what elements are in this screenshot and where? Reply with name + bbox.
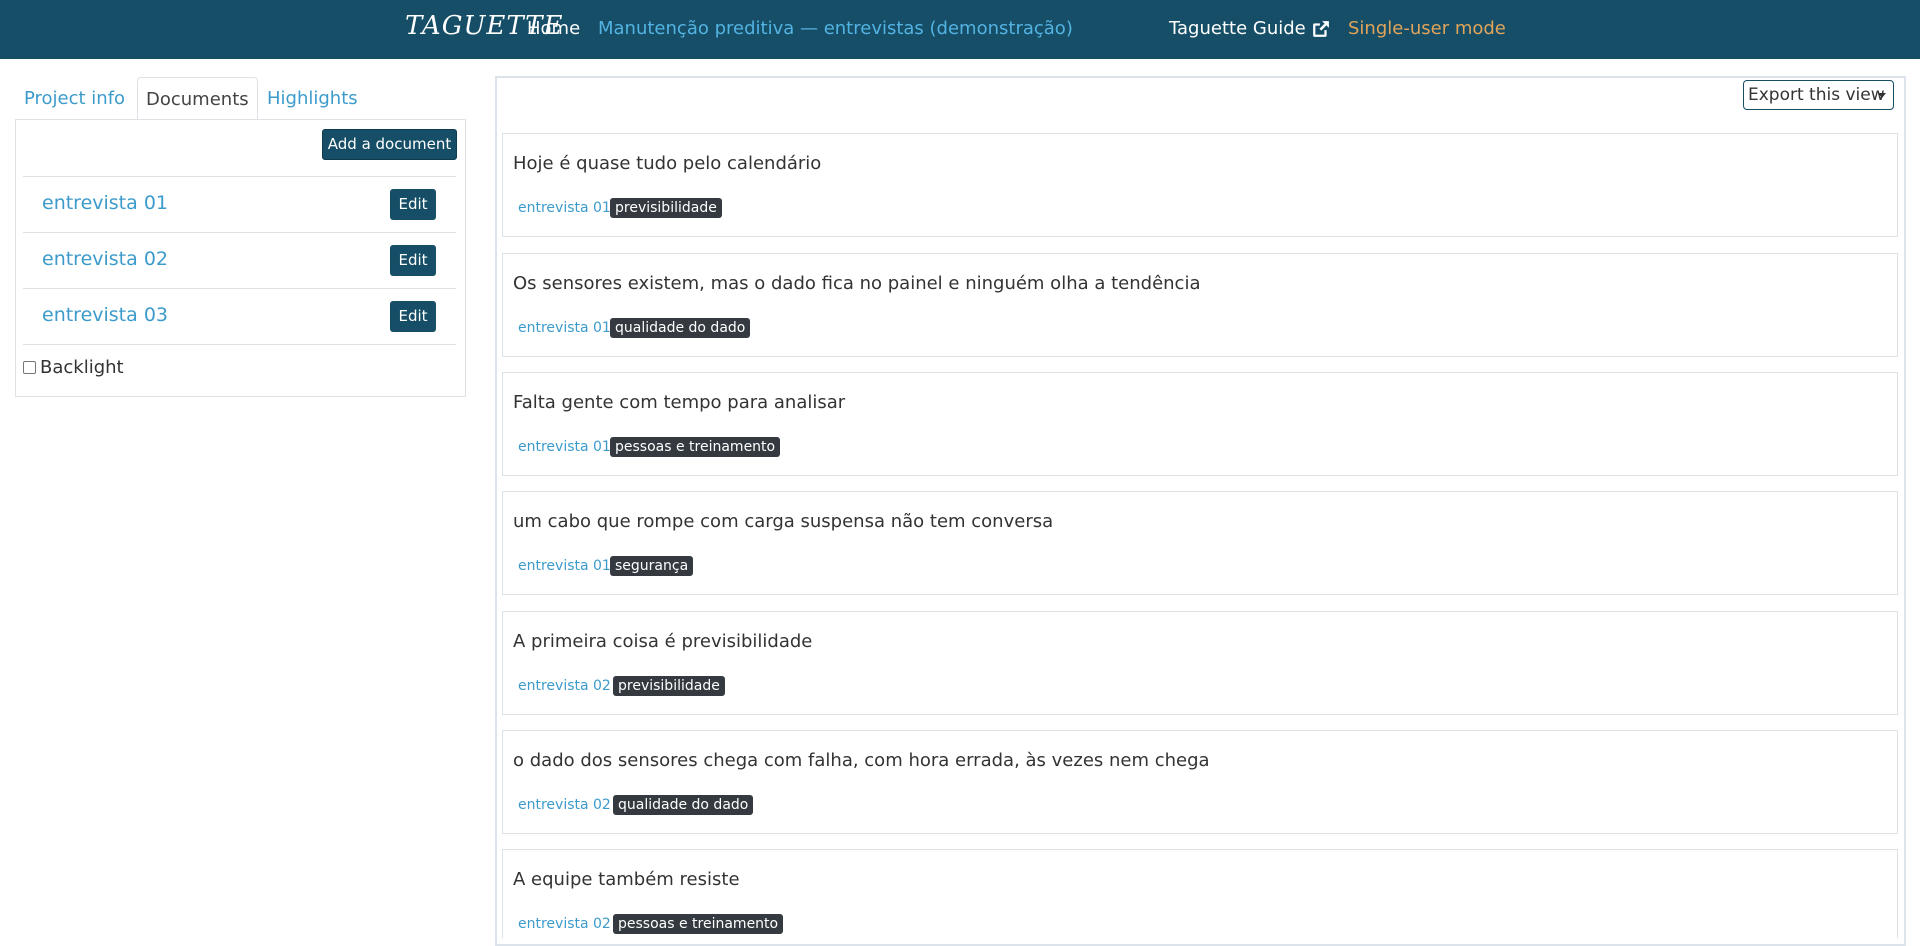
- external-link-icon: [1312, 20, 1329, 37]
- highlight-text: A equipe também resiste: [513, 869, 740, 890]
- backlight-label: Backlight: [40, 357, 124, 378]
- highlight-text: Hoje é quase tudo pelo calendário: [513, 153, 822, 174]
- nav-guide-link[interactable]: Taguette Guide: [1169, 18, 1330, 39]
- highlight-document-link[interactable]: entrevista 01: [518, 558, 611, 574]
- highlight-card: Falta gente com tempo para analisar entr…: [502, 372, 1898, 476]
- export-view-label: Export this view: [1748, 85, 1885, 105]
- highlight-card: o dado dos sensores chega com falha, com…: [502, 730, 1898, 834]
- document-link[interactable]: entrevista 03: [42, 304, 168, 326]
- document-link[interactable]: entrevista 02: [42, 248, 168, 270]
- tab-highlights[interactable]: Highlights: [259, 77, 366, 120]
- highlight-text: Falta gente com tempo para analisar: [513, 392, 846, 413]
- tab-project-info[interactable]: Project info: [16, 77, 133, 120]
- document-link[interactable]: entrevista 01: [42, 192, 168, 214]
- divider: [23, 344, 456, 345]
- highlight-document-link[interactable]: entrevista 01: [518, 320, 611, 336]
- navbar: TAGUETTE Home Manutenção preditiva — ent…: [0, 0, 1920, 59]
- highlight-card: A equipe também resiste entrevista 02 pe…: [502, 849, 1898, 938]
- nav-home-link[interactable]: Home: [527, 18, 580, 39]
- export-view-dropdown[interactable]: Export this view: [1743, 80, 1894, 110]
- highlight-text: um cabo que rompe com carga suspensa não…: [513, 511, 1054, 532]
- highlight-text: A primeira coisa é previsibilidade: [513, 631, 813, 652]
- highlight-document-link[interactable]: entrevista 02: [518, 916, 611, 932]
- single-user-mode-label: Single-user mode: [1348, 18, 1506, 39]
- highlight-card: um cabo que rompe com carga suspensa não…: [502, 491, 1898, 595]
- edit-document-button[interactable]: Edit: [390, 189, 436, 220]
- document-row: entrevista 03 Edit: [23, 288, 456, 344]
- edit-document-button[interactable]: Edit: [390, 301, 436, 332]
- document-row: entrevista 01 Edit: [23, 176, 456, 232]
- highlight-document-link[interactable]: entrevista 01: [518, 439, 611, 455]
- backlight-checkbox[interactable]: [23, 361, 36, 374]
- tag-badge[interactable]: pessoas e treinamento: [613, 914, 784, 934]
- highlight-card: A primeira coisa é previsibilidade entre…: [502, 611, 1898, 715]
- caret-down-icon: [1878, 93, 1886, 98]
- highlight-text: o dado dos sensores chega com falha, com…: [513, 750, 1210, 771]
- highlight-document-link[interactable]: entrevista 02: [518, 678, 611, 694]
- tag-badge[interactable]: qualidade do dado: [613, 795, 754, 815]
- highlight-document-link[interactable]: entrevista 01: [518, 200, 611, 216]
- highlight-card: Hoje é quase tudo pelo calendário entrev…: [502, 133, 1898, 237]
- highlight-text: Os sensores existem, mas o dado fica no …: [513, 273, 1201, 294]
- tab-documents[interactable]: Documents: [137, 77, 258, 120]
- nav-project-link[interactable]: Manutenção preditiva — entrevistas (demo…: [598, 18, 1073, 39]
- tag-badge[interactable]: previsibilidade: [613, 676, 725, 696]
- tag-badge[interactable]: previsibilidade: [610, 198, 722, 218]
- nav-guide-label: Taguette Guide: [1169, 18, 1306, 39]
- add-document-button[interactable]: Add a document: [322, 129, 457, 160]
- edit-document-button[interactable]: Edit: [390, 245, 436, 276]
- tag-badge[interactable]: qualidade do dado: [610, 318, 751, 338]
- tag-badge[interactable]: segurança: [610, 556, 694, 576]
- tag-badge[interactable]: pessoas e treinamento: [610, 437, 781, 457]
- backlight-toggle[interactable]: Backlight: [23, 357, 124, 378]
- document-row: entrevista 02 Edit: [23, 232, 456, 288]
- highlight-document-link[interactable]: entrevista 02: [518, 797, 611, 813]
- highlight-card: Os sensores existem, mas o dado fica no …: [502, 253, 1898, 357]
